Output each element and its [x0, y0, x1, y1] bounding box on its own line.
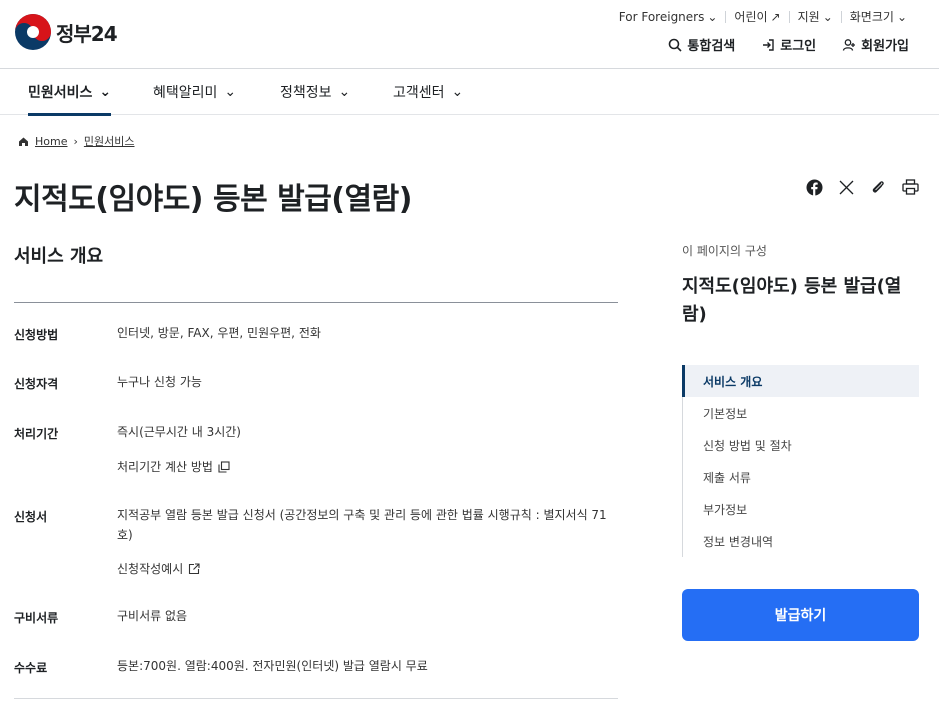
toc-title: 지적도(임야도) 등본 발급(열람)	[682, 276, 902, 325]
nav-item-label: 혜택알리미	[153, 85, 218, 101]
chevron-right-icon: ›	[73, 134, 78, 148]
eligibility-value: 누구나 신청 가능	[117, 375, 202, 389]
login-button[interactable]: 로그인	[761, 35, 816, 54]
zoom-menu[interactable]: 화면크기 ⌄	[842, 8, 915, 25]
nav-item-label: 고객센터	[393, 85, 445, 101]
kids-link[interactable]: 어린이 ↗	[726, 8, 788, 25]
nav-item-label: 민원서비스	[28, 85, 93, 101]
toc-item-basic-info[interactable]: 기본정보	[683, 397, 919, 429]
nav-item-policy[interactable]: 정책정보 ⌄	[280, 69, 350, 115]
copy-window-icon	[218, 460, 230, 473]
search-button[interactable]: 통합검색	[668, 35, 735, 54]
toc-item-additional-info[interactable]: 부가정보	[683, 493, 919, 525]
eligibility-label: 신청자격	[14, 377, 59, 391]
search-icon	[669, 38, 682, 52]
kids-label: 어린이	[734, 10, 768, 24]
x-icon	[839, 180, 853, 194]
chevron-down-icon: ⌄	[822, 9, 833, 24]
share-toolbar	[805, 178, 919, 196]
taegeuk-logo-icon	[15, 14, 51, 50]
facebook-share-button[interactable]	[805, 178, 823, 196]
breadcrumb-home-link[interactable]: Home	[35, 135, 67, 148]
header-actions: 통합검색 로그인 회원가입	[668, 35, 909, 54]
site-header: 정부24 For Foreigners ⌄ 어린이 ↗ 지원 ⌄ 화면크기 ⌄	[0, 0, 939, 69]
for-foreigners-menu[interactable]: For Foreigners ⌄	[611, 10, 726, 24]
utility-menu: For Foreigners ⌄ 어린이 ↗ 지원 ⌄ 화면크기 ⌄	[611, 8, 915, 25]
toc-item-overview[interactable]: 서비스 개요	[682, 365, 919, 397]
method-value: 인터넷, 방문, FAX, 우편, 민원우편, 전화	[117, 326, 321, 340]
login-icon	[763, 38, 774, 51]
gov24-logo[interactable]: 정부24	[14, 13, 118, 51]
home-icon	[19, 137, 28, 146]
zoom-label: 화면크기	[849, 10, 894, 24]
method-label: 신청방법	[14, 328, 59, 342]
signup-button[interactable]: 회원가입	[842, 35, 909, 54]
page-title: 지적도(임야도) 등본 발급(열람)	[14, 182, 412, 217]
breadcrumb-current-link[interactable]: 민원서비스	[84, 133, 135, 149]
form-example-link[interactable]: 신청작성예시	[117, 560, 200, 577]
chevron-down-icon: ⌄	[707, 9, 718, 24]
section-title: 서비스 개요	[14, 246, 104, 267]
print-button[interactable]	[901, 178, 919, 196]
nav-item-benefits[interactable]: 혜택알리미 ⌄	[153, 69, 236, 115]
logo-text: 정부24	[56, 21, 118, 46]
toc-item-change-history[interactable]: 정보 변경내역	[683, 525, 919, 557]
main-navigation: 민원서비스 ⌄ 혜택알리미 ⌄ 정책정보 ⌄ 고객센터 ⌄	[0, 69, 939, 116]
x-share-button[interactable]	[837, 178, 855, 196]
facebook-icon	[806, 179, 822, 196]
section-bottom-divider	[14, 698, 618, 699]
nav-item-label: 정책정보	[280, 85, 332, 101]
external-link-icon: ↗	[770, 9, 781, 24]
period-calc-link[interactable]: 처리기간 계산 방법	[117, 458, 230, 475]
chevron-down-icon: ⌄	[99, 84, 112, 100]
form-value: 지적공부 열람 등본 발급 신청서 (공간정보의 구축 및 관리 등에 관한 법…	[117, 508, 607, 542]
table-of-contents: 서비스 개요 기본정보 신청 방법 및 절차 제출 서류 부가정보 정보 변경내…	[682, 365, 919, 557]
chevron-down-icon: ⌄	[224, 84, 237, 100]
nav-item-civil-services[interactable]: 민원서비스 ⌄	[28, 69, 112, 116]
external-link-icon	[189, 562, 200, 574]
period-calc-label: 처리기간 계산 방법	[117, 460, 213, 474]
signup-label: 회원가입	[861, 39, 909, 54]
toc-item-documents[interactable]: 제출 서류	[683, 461, 919, 493]
printer-icon	[901, 179, 919, 195]
chevron-down-icon: ⌄	[896, 9, 907, 24]
paperclip-icon	[872, 181, 884, 193]
search-label: 통합검색	[687, 39, 736, 54]
fee-value: 등본:700원. 열람:400원. 전자민원(인터넷) 발급 열람시 무료	[117, 659, 428, 673]
period-label: 처리기간	[14, 427, 59, 441]
toc-caption: 이 페이지의 구성	[682, 244, 767, 258]
issue-button[interactable]: 발급하기	[682, 589, 919, 641]
for-foreigners-label: For Foreigners	[618, 9, 705, 24]
nav-item-customer-center[interactable]: 고객센터 ⌄	[393, 69, 463, 115]
documents-value: 구비서류 없음	[117, 609, 188, 623]
support-label: 지원	[797, 10, 820, 24]
form-label: 신청서	[14, 510, 48, 524]
user-plus-icon	[843, 38, 856, 51]
fee-label: 수수료	[14, 661, 48, 675]
toc-item-procedure[interactable]: 신청 방법 및 절차	[683, 429, 919, 461]
support-menu[interactable]: 지원 ⌄	[790, 8, 841, 25]
login-label: 로그인	[780, 39, 817, 54]
documents-label: 구비서류	[14, 611, 59, 625]
chevron-down-icon: ⌄	[451, 84, 464, 100]
copy-link-button[interactable]	[869, 178, 887, 196]
breadcrumb: Home › 민원서비스	[18, 133, 135, 149]
chevron-down-icon: ⌄	[338, 84, 351, 100]
form-example-label: 신청작성예시	[117, 562, 184, 576]
period-value: 즉시(근무시간 내 3시간)	[117, 425, 241, 439]
section-divider	[14, 302, 618, 303]
